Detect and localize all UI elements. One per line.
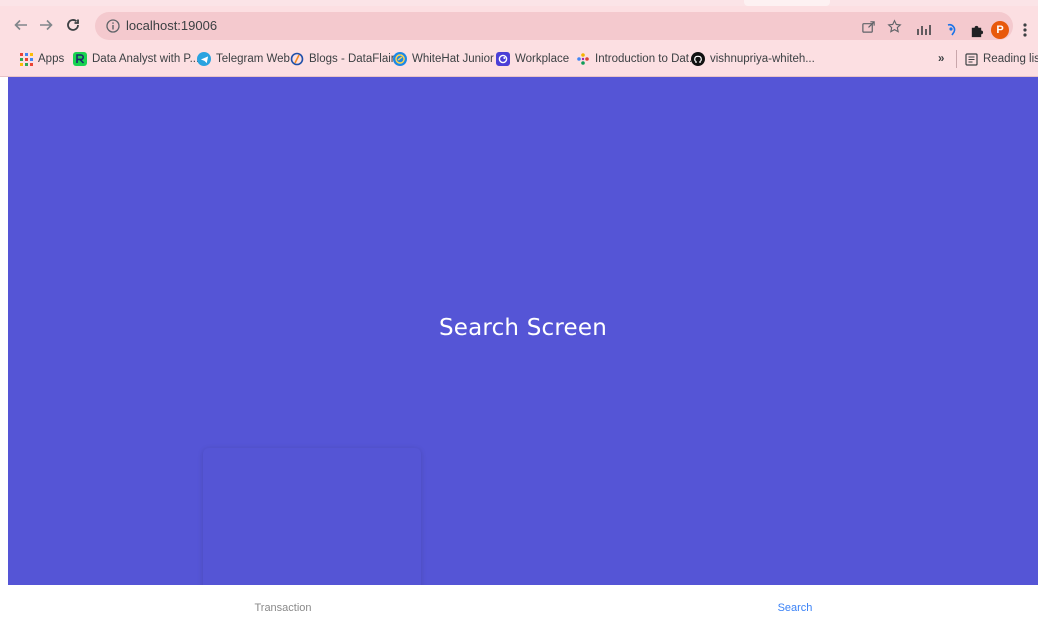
puzzle-extensions-icon[interactable] <box>966 20 986 40</box>
bookmark-label: Blogs - DataFlair <box>309 53 395 65</box>
dataflair-icon <box>290 52 304 66</box>
bookmark-label: Apps <box>38 53 65 65</box>
bookmark-github[interactable]: vishnupriya-whiteh... <box>691 50 815 68</box>
telegram-icon <box>197 52 211 66</box>
bookmark-whitehat[interactable]: WhiteHat Junior <box>393 50 494 68</box>
url-text[interactable]: localhost:19006 <box>126 18 217 33</box>
bookmark-label: vishnupriya-whiteh... <box>710 53 815 65</box>
share-icon[interactable] <box>859 17 877 35</box>
arrow-right-icon <box>40 19 53 31</box>
bookmarks-divider <box>956 50 957 68</box>
browser-toolbar: localhost:19006 P Apps Data Analyst with… <box>0 0 1038 77</box>
bookmark-data-analyst[interactable]: Data Analyst with P... <box>73 50 199 68</box>
bottom-tab-bar: Transaction Search <box>0 585 1038 630</box>
profile-initial: P <box>991 21 1009 39</box>
tab-label: Transaction <box>254 601 312 614</box>
workplace-icon <box>496 52 510 66</box>
screen-title: Search Screen <box>438 315 607 341</box>
tab-transaction[interactable]: Transaction <box>203 585 363 630</box>
menu-kebab-icon[interactable] <box>1015 20 1035 40</box>
bookmark-telegram[interactable]: Telegram Web <box>197 50 290 68</box>
reading-list-icon <box>964 52 978 66</box>
overflow-chevron-icon: » <box>938 53 945 65</box>
bookmark-label: Data Analyst with P... <box>92 53 200 65</box>
r-logo-icon <box>73 52 87 66</box>
apps-grid-icon <box>19 52 33 66</box>
profile-avatar[interactable]: P <box>990 20 1010 40</box>
bookmark-star-icon[interactable] <box>885 17 903 35</box>
bookmark-apps[interactable]: Apps <box>19 50 64 68</box>
bookmark-label: Telegram Web <box>216 53 290 65</box>
reload-icon <box>67 19 79 31</box>
reload-button[interactable] <box>62 14 84 36</box>
tab-search[interactable]: Search <box>710 585 880 630</box>
whitehat-icon <box>393 52 407 66</box>
github-icon <box>691 52 705 66</box>
reading-list-button[interactable]: Reading list <box>964 50 1038 68</box>
search-screen: Search Screen <box>8 77 1038 585</box>
info-icon[interactable] <box>105 18 121 34</box>
arrow-left-icon <box>14 19 27 31</box>
address-bar[interactable]: localhost:19006 <box>95 12 1013 40</box>
reading-list-label: Reading list <box>983 53 1038 65</box>
bookmark-dataflair[interactable]: Blogs - DataFlair <box>290 50 395 68</box>
navigation-row: localhost:19006 P <box>0 8 1038 44</box>
audio-extension-icon[interactable] <box>941 20 961 40</box>
bookmark-label: Workplace <box>515 53 570 65</box>
bookmark-label: Introduction to Dat... <box>595 53 699 65</box>
active-tab[interactable] <box>744 0 830 6</box>
metrics-extension-icon[interactable] <box>915 20 935 40</box>
back-button[interactable] <box>10 14 32 36</box>
bookmark-label: WhiteHat Junior <box>412 53 494 65</box>
bookmarks-bar: Apps Data Analyst with P... Telegram Web… <box>0 47 1038 71</box>
bookmarks-overflow-button[interactable]: » <box>938 50 944 68</box>
forward-button[interactable] <box>35 14 57 36</box>
tab-label: Search <box>777 601 813 614</box>
bookmark-introduction[interactable]: Introduction to Dat... <box>576 50 699 68</box>
flower-icon <box>576 52 590 66</box>
bookmark-workplace[interactable]: Workplace <box>496 50 569 68</box>
tab-strip <box>0 0 1038 6</box>
